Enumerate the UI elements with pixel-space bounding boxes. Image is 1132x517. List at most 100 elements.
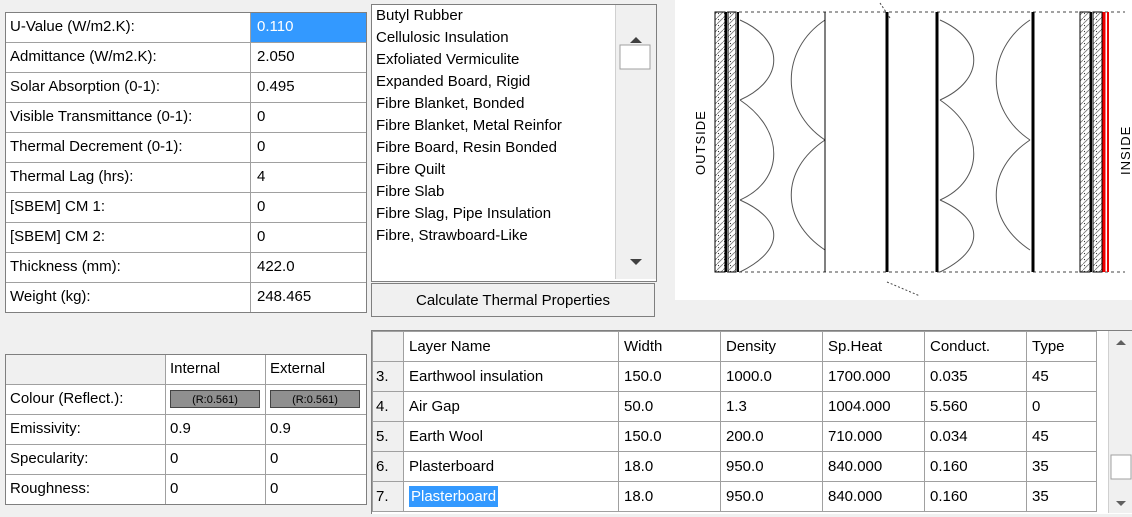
arrow-up-icon <box>1116 340 1126 345</box>
surface-external-cell[interactable]: 0 <box>266 475 366 504</box>
material-list-item[interactable]: Expanded Board, Rigid <box>372 71 656 93</box>
layer-type-cell[interactable]: 0 <box>1026 391 1097 422</box>
layer-conduct-cell[interactable]: 0.035 <box>924 361 1027 392</box>
calculate-thermal-properties-button[interactable]: Calculate Thermal Properties <box>371 283 655 317</box>
property-row[interactable]: [SBEM] CM 2: 0 <box>6 223 366 253</box>
layer-width-cell[interactable]: 50.0 <box>618 391 721 422</box>
layer-header-cell[interactable]: Density <box>720 331 823 362</box>
layer-width-cell[interactable]: 150.0 <box>618 361 721 392</box>
layer-scrollbar-graphic <box>1110 340 1132 506</box>
material-list-scrollbar[interactable] <box>615 5 656 279</box>
material-list-item[interactable]: Fibre Quilt <box>372 159 656 181</box>
layer-name-cell[interactable]: Air Gap <box>403 391 619 422</box>
layer-name-cell[interactable]: Plasterboard <box>403 451 619 482</box>
layer-type-cell[interactable]: 35 <box>1026 481 1097 512</box>
property-value[interactable]: 0.495 <box>251 73 366 102</box>
colour-swatch[interactable]: (R:0.561) <box>270 390 360 408</box>
material-list-item[interactable]: Exfoliated Vermiculite <box>372 49 656 71</box>
layer-type-cell[interactable]: 35 <box>1026 451 1097 482</box>
material-list-item[interactable]: Fibre Slag, Pipe Insulation <box>372 203 656 225</box>
layer-density-cell[interactable]: 1.3 <box>720 391 823 422</box>
layer-conduct-cell[interactable]: 0.160 <box>924 481 1027 512</box>
property-value[interactable]: 0 <box>251 193 366 222</box>
layer-width-cell[interactable]: 18.0 <box>618 481 721 512</box>
surface-external-cell[interactable]: 0 <box>266 445 366 474</box>
property-label: Thickness (mm): <box>6 253 251 282</box>
colour-swatch[interactable]: (R:0.561) <box>170 390 260 408</box>
layer-spheat-cell[interactable]: 840.000 <box>822 481 925 512</box>
layer-type-cell[interactable]: 45 <box>1026 361 1097 392</box>
surface-external-cell[interactable]: (R:0.561) <box>266 385 366 414</box>
property-value[interactable]: 422.0 <box>251 253 366 282</box>
layer-row[interactable]: 6. Plasterboard 18.0 950.0 840.000 0.160 35 <box>372 451 1097 482</box>
layer-conduct-cell[interactable]: 5.560 <box>924 391 1027 422</box>
surface-row[interactable]: Emissivity: 0.9 0.9 <box>6 415 366 445</box>
property-row[interactable]: Thickness (mm): 422.0 <box>6 253 366 283</box>
property-row[interactable]: Solar Absorption (0-1): 0.495 <box>6 73 366 103</box>
layer-row-number[interactable]: 7. <box>372 481 404 512</box>
layer-type-cell[interactable]: 45 <box>1026 421 1097 452</box>
property-label: [SBEM] CM 1: <box>6 193 251 222</box>
layer-density-cell[interactable]: 1000.0 <box>720 361 823 392</box>
surface-internal-cell[interactable]: 0.9 <box>166 415 266 444</box>
surface-internal-cell[interactable]: 0 <box>166 445 266 474</box>
layer-density-cell[interactable]: 950.0 <box>720 451 823 482</box>
material-list-item[interactable]: Fibre Board, Resin Bonded <box>372 137 656 159</box>
surface-external-cell[interactable]: 0.9 <box>266 415 366 444</box>
layer-row[interactable]: 5. Earth Wool 150.0 200.0 710.000 0.034 45 <box>372 421 1097 452</box>
layer-row-number[interactable]: 3. <box>372 361 404 392</box>
layer-density-cell[interactable]: 950.0 <box>720 481 823 512</box>
property-row[interactable]: U-Value (W/m2.K): 0.110 <box>6 13 366 43</box>
property-row[interactable]: Visible Transmittance (0-1): 0 <box>6 103 366 133</box>
property-value[interactable]: 0 <box>251 103 366 132</box>
layer-row-number[interactable]: 4. <box>372 391 404 422</box>
material-list-item[interactable]: Fibre Slab <box>372 181 656 203</box>
layer-density-cell[interactable]: 200.0 <box>720 421 823 452</box>
layer-table-scrollbar[interactable] <box>1108 331 1132 513</box>
layer-conduct-cell[interactable]: 0.034 <box>924 421 1027 452</box>
layer-name-cell[interactable]: Earthwool insulation <box>403 361 619 392</box>
layer-header-cell[interactable]: Type <box>1026 331 1097 362</box>
property-row[interactable]: Thermal Decrement (0-1): 0 <box>6 133 366 163</box>
construction-section-diagram: OUTSIDE INSIDE <box>675 0 1132 300</box>
layer-name-cell[interactable]: Earth Wool <box>403 421 619 452</box>
material-list-item[interactable]: Fibre Blanket, Metal Reinfor <box>372 115 656 137</box>
layer-width-cell[interactable]: 18.0 <box>618 451 721 482</box>
layer-header-cell[interactable]: Layer Name <box>403 331 619 362</box>
material-list-item[interactable]: Fibre Blanket, Bonded <box>372 93 656 115</box>
layer-header-cell[interactable]: Sp.Heat <box>822 331 925 362</box>
material-list-item[interactable]: Fibre, Strawboard-Like <box>372 225 656 247</box>
property-value[interactable]: 248.465 <box>251 283 366 312</box>
layer-row-number[interactable]: 5. <box>372 421 404 452</box>
layer-spheat-cell[interactable]: 710.000 <box>822 421 925 452</box>
layer-row[interactable]: 3. Earthwool insulation 150.0 1000.0 1700.00… <box>372 361 1097 392</box>
property-value[interactable]: 0 <box>251 223 366 252</box>
property-row[interactable]: [SBEM] CM 1: 0 <box>6 193 366 223</box>
surface-internal-cell[interactable]: 0 <box>166 475 266 504</box>
property-value[interactable]: 0.110 <box>251 13 366 42</box>
property-row[interactable]: Thermal Lag (hrs): 4 <box>6 163 366 193</box>
property-row[interactable]: Admittance (W/m2.K): 2.050 <box>6 43 366 73</box>
property-value[interactable]: 4 <box>251 163 366 192</box>
surface-row[interactable]: Roughness: 0 0 <box>6 475 366 504</box>
layer-row[interactable]: 7. Plasterboard 18.0 950.0 840.000 0.160 35 <box>372 481 1097 512</box>
layer-spheat-cell[interactable]: 840.000 <box>822 451 925 482</box>
layer-name-cell[interactable]: Plasterboard <box>403 481 619 512</box>
surface-internal-cell[interactable]: (R:0.561) <box>166 385 266 414</box>
layer-spheat-cell[interactable]: 1004.000 <box>822 391 925 422</box>
property-value[interactable]: 0 <box>251 133 366 162</box>
layer-conduct-cell[interactable]: 0.160 <box>924 451 1027 482</box>
layer-row-number[interactable]: 6. <box>372 451 404 482</box>
material-list-item[interactable]: Butyl Rubber <box>372 5 656 27</box>
property-row[interactable]: Weight (kg): 248.465 <box>6 283 366 312</box>
surface-row[interactable]: Specularity: 0 0 <box>6 445 366 475</box>
surface-header-cell: Internal <box>166 355 266 384</box>
layer-header-cell[interactable]: Conduct. <box>924 331 1027 362</box>
material-list-item[interactable]: Cellulosic Insulation <box>372 27 656 49</box>
layer-header-cell[interactable]: Width <box>618 331 721 362</box>
property-value[interactable]: 2.050 <box>251 43 366 72</box>
layer-spheat-cell[interactable]: 1700.000 <box>822 361 925 392</box>
layer-row[interactable]: 4. Air Gap 50.0 1.3 1004.000 5.560 0 <box>372 391 1097 422</box>
layer-width-cell[interactable]: 150.0 <box>618 421 721 452</box>
surface-row[interactable]: Colour (Reflect.): (R:0.561) (R:0.561) <box>6 385 366 415</box>
